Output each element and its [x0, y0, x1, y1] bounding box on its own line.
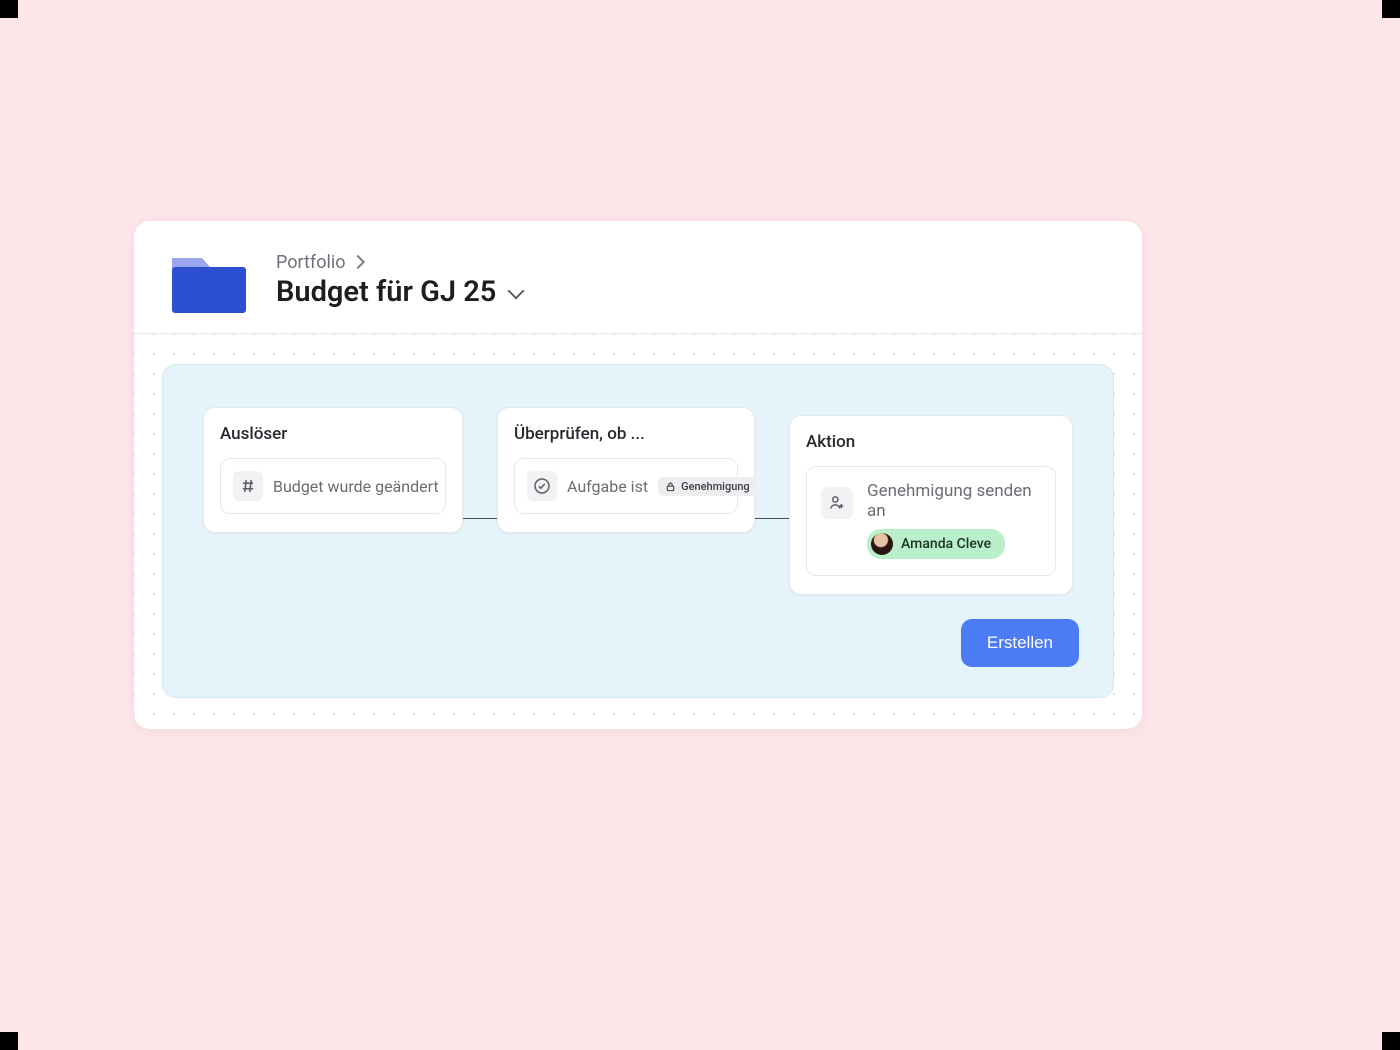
corner-mark	[1382, 1032, 1400, 1050]
breadcrumb-parent: Portfolio	[276, 252, 345, 273]
page-title-dropdown[interactable]: Budget für GJ 25	[276, 275, 522, 309]
avatar	[871, 533, 893, 555]
corner-mark	[1382, 0, 1400, 18]
flow-connector	[755, 518, 789, 519]
folder-icon	[168, 245, 250, 315]
assignee-chip[interactable]: Amanda Cleve	[867, 529, 1005, 559]
action-field[interactable]: Genehmigung senden an Amanda Cleve	[806, 466, 1056, 576]
check-circle-icon	[527, 471, 557, 501]
corner-mark	[0, 0, 18, 18]
flow-row: Auslöser Budget wurde geändert	[203, 407, 1073, 595]
panel-header: Portfolio Budget für GJ 25	[134, 221, 1142, 334]
dotted-work-area: Auslöser Budget wurde geändert	[134, 334, 1142, 726]
flow-canvas: Auslöser Budget wurde geändert	[162, 364, 1114, 698]
page-title: Budget für GJ 25	[276, 275, 496, 309]
corner-mark	[0, 1032, 18, 1050]
trigger-field-label: Budget wurde geändert	[273, 477, 439, 496]
action-card[interactable]: Aktion Genehmigung senden an	[789, 415, 1073, 595]
create-button[interactable]: Erstellen	[961, 619, 1079, 667]
breadcrumb[interactable]: Portfolio	[276, 252, 522, 273]
hash-icon	[233, 471, 263, 501]
trigger-field[interactable]: Budget wurde geändert	[220, 458, 446, 514]
approval-pill: Genehmigung	[658, 477, 757, 496]
check-card[interactable]: Überprüfen, ob ... Aufgabe ist	[497, 407, 755, 533]
trigger-card[interactable]: Auslöser Budget wurde geändert	[203, 407, 463, 533]
workflow-panel: Portfolio Budget für GJ 25 Auslöser	[134, 221, 1142, 729]
approval-pill-label: Genehmigung	[681, 480, 750, 493]
flow-connector	[463, 518, 497, 519]
trigger-heading: Auslöser	[220, 424, 446, 444]
add-user-icon	[821, 487, 853, 519]
action-heading: Aktion	[806, 432, 1056, 452]
check-field[interactable]: Aufgabe ist Genehmigung	[514, 458, 738, 514]
check-field-label: Aufgabe ist	[567, 477, 648, 496]
check-heading: Überprüfen, ob ...	[514, 424, 738, 444]
assignee-name: Amanda Cleve	[901, 536, 991, 552]
action-field-label: Genehmigung senden an	[867, 481, 1041, 521]
chevron-right-icon	[351, 255, 365, 269]
chevron-down-icon	[508, 282, 525, 299]
